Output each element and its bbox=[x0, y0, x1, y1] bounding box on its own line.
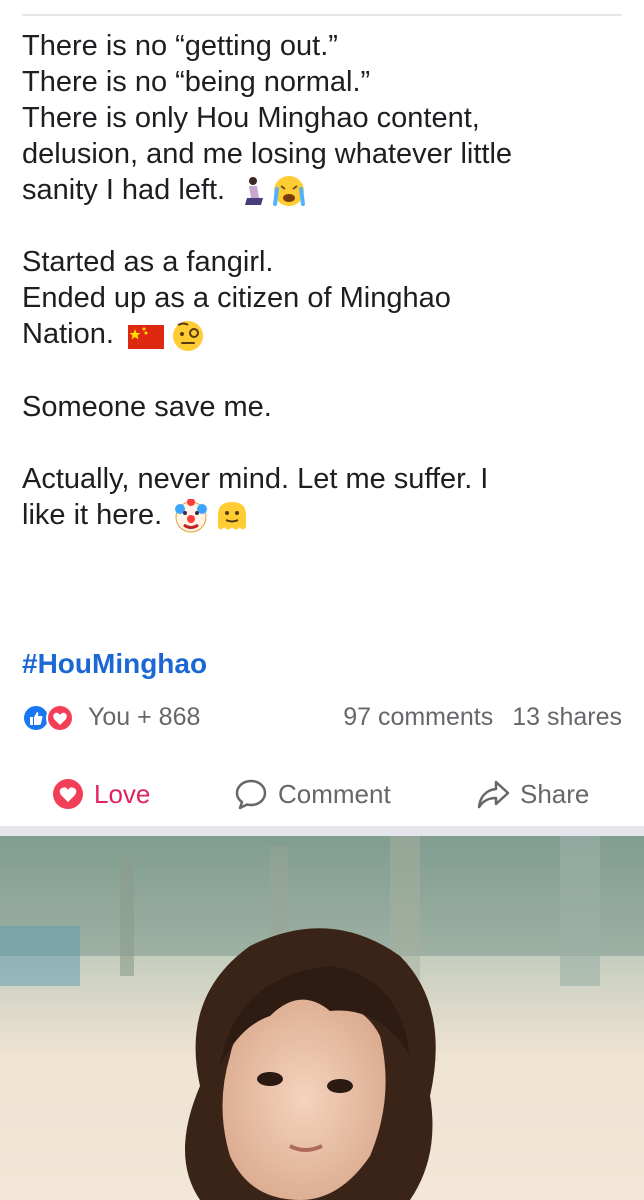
action-bar: Love Comment Share bbox=[0, 772, 644, 816]
shares-count[interactable]: 13 shares bbox=[512, 703, 622, 731]
flag-and-face-emoji bbox=[127, 320, 203, 351]
heart-icon bbox=[53, 779, 83, 809]
share-button[interactable]: Share bbox=[476, 772, 589, 816]
heart-icon bbox=[46, 704, 74, 732]
clown-and-melting-face-emoji bbox=[175, 499, 247, 533]
post-text: There is no “getting out.” There is no “… bbox=[22, 28, 634, 533]
engagement-stats: 97 comments 13 shares bbox=[343, 703, 622, 732]
post-line-with-emoji: sanity I had left. bbox=[22, 172, 634, 208]
post-line: Nation. bbox=[22, 318, 114, 351]
hashtag-link[interactable]: #HouMinghao bbox=[22, 648, 207, 680]
love-label: Love bbox=[94, 778, 151, 809]
like-icon bbox=[22, 704, 50, 732]
post-line: Ended up as a citizen of Minghao bbox=[22, 282, 451, 315]
top-divider bbox=[22, 14, 622, 16]
reaction-icons[interactable] bbox=[22, 704, 82, 732]
post-line: Someone save me. bbox=[22, 390, 272, 423]
reaction-count[interactable]: You + 868 bbox=[88, 703, 200, 732]
portrait-photo bbox=[0, 836, 644, 1200]
post-line: Started as a fangirl. bbox=[22, 246, 274, 279]
post-line-with-emoji: Nation. bbox=[22, 316, 634, 352]
comment-icon bbox=[235, 779, 267, 810]
post-line: There is only Hou Minghao content, bbox=[22, 102, 480, 134]
post-line: delusion, and me losing whatever little bbox=[22, 138, 513, 170]
post-line: Actually, never mind. Let me suffer. I bbox=[22, 462, 489, 495]
comment-label: Comment bbox=[278, 778, 391, 809]
post-separator bbox=[0, 826, 644, 836]
share-icon bbox=[477, 780, 510, 809]
comment-button[interactable]: Comment bbox=[234, 772, 391, 816]
post-line: like it here. bbox=[22, 498, 163, 531]
love-button[interactable]: Love bbox=[52, 772, 150, 816]
stats-row: You + 868 97 comments 13 shares bbox=[22, 700, 622, 736]
share-label: Share bbox=[520, 778, 590, 809]
comments-count[interactable]: 97 comments bbox=[343, 703, 493, 731]
post-line: There is no “being normal.” bbox=[22, 66, 371, 98]
kneeling-and-crying-emoji bbox=[245, 176, 306, 207]
post-line-with-emoji: like it here. bbox=[22, 497, 634, 533]
post-photo[interactable] bbox=[0, 836, 644, 1200]
post-line: There is no “getting out.” bbox=[22, 30, 338, 62]
post-line: sanity I had left. bbox=[22, 174, 226, 206]
